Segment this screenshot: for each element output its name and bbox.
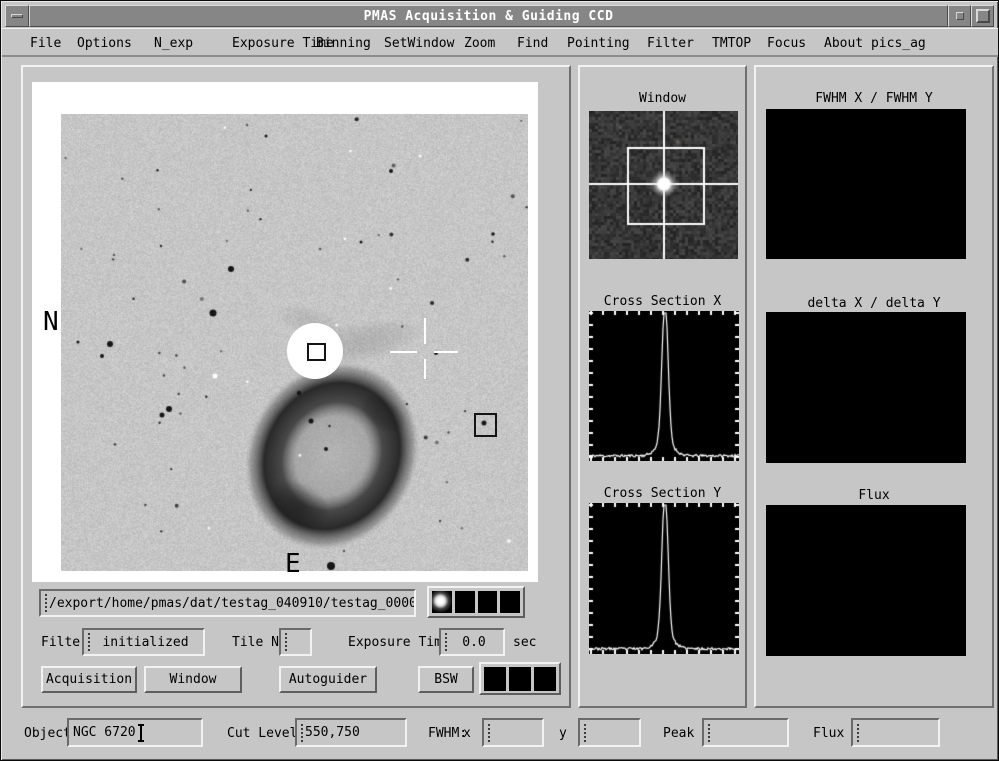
- app-window: PMAS Acquisition & Guiding CCD File Opti…: [0, 0, 999, 761]
- fwhm-y-field[interactable]: [578, 718, 641, 747]
- cross-section-x-canvas: [589, 311, 739, 461]
- window-title: PMAS Acquisition & Guiding CCD: [29, 5, 948, 27]
- delta-plot-area: [766, 312, 966, 463]
- titlebar: PMAS Acquisition & Guiding CCD: [5, 5, 994, 27]
- tile-no-field[interactable]: [279, 628, 312, 656]
- text-cursor: [584, 724, 586, 742]
- autoguider-button-label: Autoguider: [289, 672, 367, 687]
- acquisition-button[interactable]: Acquisition: [41, 666, 137, 693]
- cross-section-x-title: Cross Section X: [580, 294, 745, 309]
- status-indicator-group: [479, 662, 561, 695]
- crosshair-marker: [434, 351, 458, 353]
- file-path-field[interactable]: /export/home/pmas/dat/testag_040910/test…: [39, 589, 416, 617]
- flux-plot-title: Flux: [756, 488, 992, 503]
- indicator-cell: [509, 667, 531, 691]
- menu-focus[interactable]: Focus: [767, 36, 806, 51]
- object-field[interactable]: NGC 6720: [67, 718, 203, 747]
- fwhm-y-label: y: [559, 726, 567, 741]
- object-label: Object: [24, 726, 71, 741]
- fwhm-x-label: x: [463, 726, 471, 741]
- crosshair-marker: [424, 359, 426, 379]
- image-display-area: N E: [32, 82, 538, 582]
- exposure-time-label: Exposure Time: [348, 635, 450, 650]
- menu-options[interactable]: Options: [77, 36, 132, 51]
- menu-filter[interactable]: Filter: [647, 36, 694, 51]
- indicator-cell: [484, 667, 506, 691]
- autoguider-button[interactable]: Autoguider: [279, 666, 377, 693]
- indicator-cell: [534, 667, 556, 691]
- east-label: E: [285, 551, 301, 577]
- fwhm-x-field[interactable]: [482, 718, 544, 747]
- flux-plot-area: [766, 505, 966, 656]
- file-path-value: /export/home/pmas/dat/testag_040910/test…: [49, 596, 416, 611]
- cut-levels-label: Cut Levels: [227, 726, 305, 741]
- window-menu-button[interactable]: [5, 5, 29, 27]
- cross-section-y-title: Cross Section Y: [580, 486, 745, 501]
- exposure-time-field[interactable]: 0.0: [439, 628, 505, 656]
- cross-section-y-canvas: [589, 503, 739, 654]
- exposure-time-unit-label: sec: [513, 635, 536, 650]
- acquisition-panel: N E /export/home/pmas/dat/testag_040910/…: [21, 65, 571, 708]
- indicator-cell: [455, 591, 475, 613]
- text-cursor: [88, 633, 90, 651]
- window-menu-dash-icon: [11, 14, 23, 18]
- exposure-time-value: 0.0: [449, 635, 499, 650]
- text-cursor: [301, 724, 303, 742]
- text-cursor: [488, 724, 490, 742]
- menubar: File Options N_exp Exposure Time Binning…: [2, 28, 999, 57]
- filter-field[interactable]: initialized: [82, 628, 205, 656]
- guide-star-box-marker: [474, 413, 497, 437]
- cut-levels-field[interactable]: 550,750: [295, 718, 407, 747]
- object-value: NGC 6720: [73, 725, 136, 740]
- window-panel-title: Window: [580, 91, 745, 106]
- menu-pointing[interactable]: Pointing: [567, 36, 630, 51]
- flux-field[interactable]: [851, 718, 940, 747]
- measurement-panel: FWHM X / FWHM Y delta X / delta Y Flux: [754, 65, 994, 708]
- bsw-button[interactable]: BSW: [418, 666, 474, 693]
- minimize-button[interactable]: [948, 5, 971, 27]
- text-cursor: [45, 594, 47, 612]
- cut-levels-value: 550,750: [305, 725, 360, 740]
- minimize-icon: [956, 12, 964, 20]
- filter-label: Filter: [41, 635, 88, 650]
- menu-binning[interactable]: Binning: [316, 36, 371, 51]
- acquisition-button-label: Acquisition: [46, 672, 132, 687]
- fwhm-plot-title: FWHM X / FWHM Y: [756, 91, 992, 106]
- text-cursor: [708, 724, 710, 742]
- north-label: N: [43, 309, 59, 335]
- menu-find[interactable]: Find: [517, 36, 548, 51]
- crosshair-marker: [424, 318, 426, 344]
- psf-indicator-group: [427, 586, 525, 618]
- peak-field[interactable]: [702, 718, 789, 747]
- fwhm-plot-area: [766, 109, 966, 259]
- maximize-button[interactable]: [971, 5, 994, 27]
- menu-zoom[interactable]: Zoom: [464, 36, 495, 51]
- indicator-cell: [478, 591, 498, 613]
- window-button-label: Window: [170, 672, 217, 687]
- peak-label: Peak: [663, 726, 694, 741]
- menu-about[interactable]: About pics_ag: [824, 36, 926, 51]
- delta-plot-title: delta X / delta Y: [756, 296, 992, 311]
- window-star-canvas: [589, 111, 738, 259]
- psf-preview-cell: [432, 591, 452, 613]
- text-cursor: [285, 633, 287, 651]
- fwhm-label: FWHM:: [428, 726, 467, 741]
- menu-tmtop[interactable]: TMTOP: [712, 36, 751, 51]
- filter-value: initialized: [92, 635, 199, 650]
- menu-setwindow[interactable]: SetWindow: [384, 36, 454, 51]
- window-button[interactable]: Window: [144, 666, 242, 693]
- indicator-cell: [500, 591, 520, 613]
- flux-label: Flux: [813, 726, 844, 741]
- text-cursor: [140, 725, 142, 741]
- menu-n-exp[interactable]: N_exp: [154, 36, 193, 51]
- text-cursor: [445, 633, 447, 651]
- crosshair-marker: [390, 351, 417, 353]
- maximize-icon: [976, 9, 990, 23]
- text-cursor: [857, 724, 859, 742]
- bsw-button-label: BSW: [434, 672, 457, 687]
- target-square-marker: [307, 343, 326, 361]
- menu-file[interactable]: File: [30, 36, 61, 51]
- window-cross-section-panel: Window Cross Section X Cross Section Y: [578, 65, 747, 708]
